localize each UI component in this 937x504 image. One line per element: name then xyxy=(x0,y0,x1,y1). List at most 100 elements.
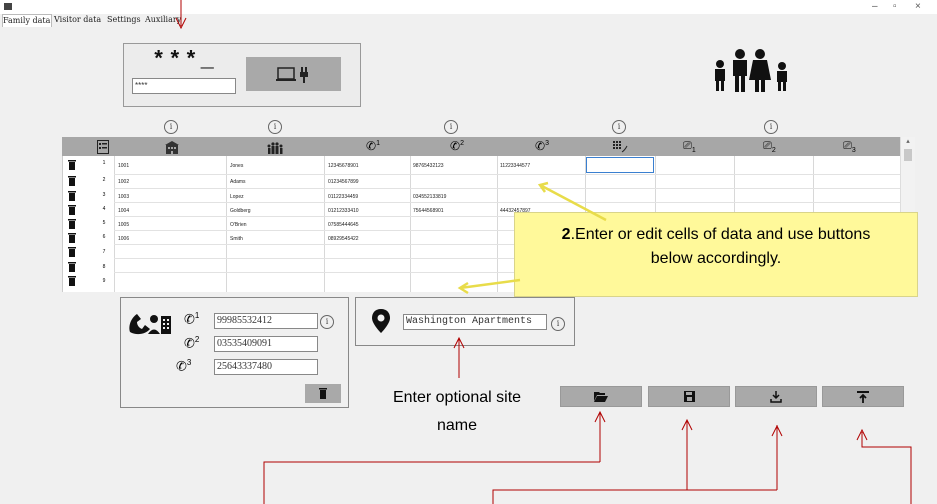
cell-phone-2[interactable]: 98765432123 xyxy=(413,160,493,172)
grid-line xyxy=(114,174,900,175)
tab-strip: Family data Visitor data Settings Auxili… xyxy=(0,14,937,27)
folder-open-icon xyxy=(594,392,608,402)
selected-cell[interactable] xyxy=(586,157,654,173)
floppy-disk-icon xyxy=(683,391,695,402)
row-number: 7 xyxy=(102,249,106,255)
minimize-button[interactable]: – xyxy=(872,1,878,12)
cell-unit[interactable]: 1005 xyxy=(118,219,218,231)
phone-1-header-index: 1 xyxy=(376,140,380,147)
tab-family-data[interactable]: Family data xyxy=(2,14,52,27)
location-pin-icon xyxy=(372,309,390,333)
delete-row-icon[interactable] xyxy=(66,232,78,244)
list-icon xyxy=(97,140,109,154)
delete-row-icon[interactable] xyxy=(66,218,78,230)
cell-phone-3[interactable] xyxy=(500,176,580,188)
cell-phone-1[interactable]: 12345678901 xyxy=(328,160,408,172)
row-number: 6 xyxy=(102,234,106,240)
cell-phone-3[interactable] xyxy=(500,191,580,203)
open-button[interactable] xyxy=(560,386,642,407)
phone-2-header-index: 2 xyxy=(460,140,464,147)
cell-name[interactable]: O'Brien xyxy=(230,219,320,231)
download-icon xyxy=(770,391,782,403)
tab-visitor-data[interactable]: Visitor data xyxy=(54,14,101,26)
cell-phone-1[interactable]: 01122334459 xyxy=(328,191,408,203)
site-phone-2-icon: ✆2 xyxy=(184,335,200,351)
site-phone-2-input[interactable]: 03535409091 xyxy=(214,336,318,352)
upload-button[interactable] xyxy=(822,386,904,407)
cell-phone-2[interactable]: 75644568901 xyxy=(413,205,493,217)
cell-phone-1[interactable]: 01212333410 xyxy=(328,205,408,217)
pin-input[interactable]: **** xyxy=(132,78,236,94)
cell-name[interactable]: Lopez xyxy=(230,191,320,203)
row-number: 8 xyxy=(102,264,106,270)
info-icon[interactable]: i xyxy=(320,315,334,329)
site-phones-panel: ✆1 99985532412 i ✆2 03535409091 ✆3 25643… xyxy=(120,297,349,408)
delete-row-icon[interactable] xyxy=(66,159,78,171)
title-bar: – ▫ × xyxy=(0,0,937,14)
info-icon[interactable]: i xyxy=(612,120,626,134)
info-icon[interactable]: i xyxy=(551,317,565,331)
site-name-panel: Washington Apartments i xyxy=(355,297,575,346)
remote-3-header-index: 3 xyxy=(851,147,856,155)
scroll-thumb[interactable] xyxy=(904,149,912,161)
site-phone-3-index: 3 xyxy=(186,358,192,367)
info-icon[interactable]: i xyxy=(164,120,178,134)
upload-icon xyxy=(857,391,869,403)
cell-phone-1[interactable]: 01234567899 xyxy=(328,176,408,188)
phone-3-header-index: 3 xyxy=(545,140,549,147)
info-icon[interactable]: i xyxy=(268,120,282,134)
site-phone-1-icon: ✆1 xyxy=(184,311,200,327)
cell-unit[interactable]: 1006 xyxy=(118,233,218,245)
remote-2-header-icon: ⎚2 xyxy=(763,140,776,155)
cell-name[interactable]: Adams xyxy=(230,176,320,188)
site-phone-2-index: 2 xyxy=(194,335,200,344)
cell-name[interactable]: Jones xyxy=(230,160,320,172)
cell-unit[interactable]: 1001 xyxy=(118,160,218,172)
cell-unit[interactable]: 1002 xyxy=(118,176,218,188)
restore-button[interactable]: ▫ xyxy=(893,1,897,12)
delete-row-icon[interactable] xyxy=(66,246,78,258)
cell-unit[interactable]: 1004 xyxy=(118,205,218,217)
laptop-plug-icon xyxy=(276,67,308,83)
phone-2-header-icon: ✆2 xyxy=(450,139,464,153)
building-icon xyxy=(165,141,179,154)
info-icon[interactable]: i xyxy=(444,120,458,134)
save-button[interactable] xyxy=(648,386,730,407)
tab-auxiliary[interactable]: Auxiliary xyxy=(145,14,181,26)
pin-display: ***_ xyxy=(152,48,217,73)
site-phone-3-input[interactable]: 25643337480 xyxy=(214,359,318,375)
lock-button[interactable] xyxy=(246,57,341,91)
clear-phones-button[interactable] xyxy=(305,384,341,403)
close-button[interactable]: × xyxy=(915,1,921,12)
cell-name[interactable]: Goldberg xyxy=(230,205,320,217)
cell-phone-1[interactable]: 07585444645 xyxy=(328,219,408,231)
delete-row-icon[interactable] xyxy=(66,204,78,216)
cell-phone-2[interactable] xyxy=(413,233,493,245)
row-number: 4 xyxy=(102,206,106,212)
delete-row-icon[interactable] xyxy=(66,275,78,287)
scroll-up-icon[interactable]: ▴ xyxy=(901,137,915,145)
delete-row-icon[interactable] xyxy=(66,261,78,273)
info-icon[interactable]: i xyxy=(764,120,778,134)
download-button[interactable] xyxy=(735,386,817,407)
tab-settings[interactable]: Settings xyxy=(107,14,141,26)
cell-phone-3[interactable]: 11223344577 xyxy=(500,160,580,172)
family-small-icon xyxy=(267,142,283,154)
cell-unit[interactable]: 1003 xyxy=(118,191,218,203)
delete-row-icon[interactable] xyxy=(66,190,78,202)
site-name-input[interactable]: Washington Apartments xyxy=(403,314,547,330)
cell-phone-1[interactable]: 08929545422 xyxy=(328,233,408,245)
trash-icon xyxy=(319,388,327,399)
family-icon xyxy=(715,49,787,92)
cell-phone-2[interactable]: 034552133819 xyxy=(413,191,493,203)
cell-phone-2[interactable] xyxy=(413,219,493,231)
phone-3-header-icon: ✆3 xyxy=(535,139,549,153)
remote-3-header-icon: ⎚3 xyxy=(843,140,856,155)
site-phone-1-input[interactable]: 99985532412 xyxy=(214,313,318,329)
delete-row-icon[interactable] xyxy=(66,175,78,187)
cell-name[interactable]: Smith xyxy=(230,233,320,245)
grid-line xyxy=(114,188,900,189)
site-phone-3-icon: ✆3 xyxy=(176,358,192,374)
row-number: 5 xyxy=(102,220,106,226)
cell-phone-2[interactable] xyxy=(413,176,493,188)
